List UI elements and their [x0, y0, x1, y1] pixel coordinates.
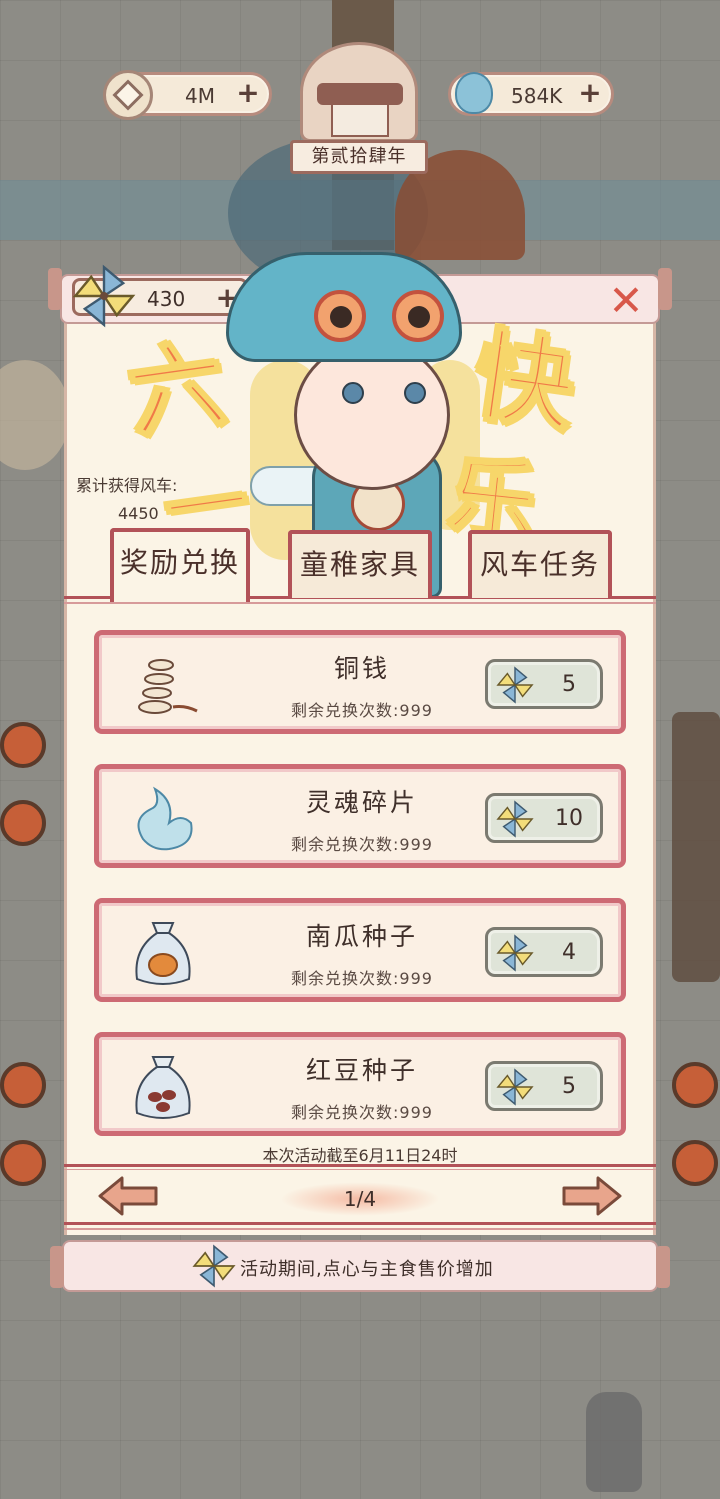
plate-decoration: [0, 1140, 46, 1186]
exchange-button[interactable]: 4: [485, 927, 603, 977]
exchange-cost: 4: [562, 940, 576, 965]
plate-decoration: [672, 1062, 718, 1108]
pinwheel-icon: [496, 800, 534, 838]
cumulative-value: 4450: [118, 504, 159, 523]
pumpkin-seed-bag-icon: [135, 922, 191, 985]
tab-childhood-furniture[interactable]: 童稚家具: [288, 530, 432, 598]
tab-reward-exchange[interactable]: 奖励兑换: [110, 528, 250, 602]
item-remaining-count: 剩余兑换次数:999: [291, 969, 433, 988]
lion-hat-eye: [392, 290, 444, 342]
plate-decoration: [0, 722, 46, 768]
soul-fragment-icon: [137, 786, 193, 851]
plate-decoration: [672, 1140, 718, 1186]
soul-value: 584K: [511, 84, 563, 108]
coin-counter[interactable]: 4M +: [103, 70, 272, 120]
exchange-button[interactable]: 5: [485, 659, 603, 709]
coin-string-icon: [138, 659, 198, 714]
exchange-cost: 5: [562, 1074, 576, 1099]
shelf-decoration: [672, 712, 720, 982]
prev-page-arrow-icon[interactable]: [96, 1174, 160, 1218]
pavilion-emblem-icon: [300, 42, 418, 142]
reward-item: 南瓜种子 剩余兑换次数:999 4: [94, 898, 626, 1002]
guard-character[interactable]: [586, 1392, 642, 1492]
item-remaining-count: 剩余兑换次数:999: [291, 1103, 433, 1122]
character-eye: [404, 382, 426, 404]
red-bean-seed-bag-icon: [135, 1056, 191, 1119]
copper-coin-icon: [103, 70, 153, 120]
exchange-button[interactable]: 5: [485, 1061, 603, 1111]
close-button[interactable]: ✕: [606, 280, 646, 322]
event-notice: 活动期间,点心与主食售价增加: [240, 1259, 494, 1280]
divider: [64, 1222, 656, 1230]
reward-item: 灵魂碎片 剩余兑换次数:999 10: [94, 764, 626, 868]
reward-item: 红豆种子 剩余兑换次数:999 5: [94, 1032, 626, 1136]
add-souls-button[interactable]: +: [575, 79, 605, 109]
cumulative-label: 累计获得风车:: [76, 476, 178, 495]
next-page-arrow-icon[interactable]: [560, 1174, 624, 1218]
item-remaining-count: 剩余兑换次数:999: [291, 701, 433, 720]
character-face: [294, 340, 450, 490]
soul-counter[interactable]: 584K +: [448, 72, 614, 116]
title-char-1: 六: [120, 325, 234, 453]
add-coins-button[interactable]: +: [233, 79, 263, 109]
year-label: 第贰拾肆年: [290, 140, 428, 174]
exchange-button[interactable]: 10: [485, 793, 603, 843]
pinwheel-icon: [496, 666, 534, 704]
item-name: 红豆种子: [305, 1056, 418, 1085]
plate-decoration: [0, 800, 46, 846]
plate-decoration: [0, 1062, 46, 1108]
cumulative-windmills: 累计获得风车: 4450: [76, 472, 177, 528]
lion-hat-eye: [314, 290, 366, 342]
soul-flame-icon: [447, 63, 501, 123]
pinwheel-icon: [192, 1244, 236, 1288]
item-name: 铜钱: [333, 654, 390, 683]
pinwheel-icon: [496, 934, 534, 972]
divider: [64, 1164, 656, 1170]
tab-windmill-tasks[interactable]: 风车任务: [468, 530, 612, 598]
event-deadline: 本次活动截至6月11日24时: [262, 1146, 458, 1165]
title-char-3: 快: [466, 314, 584, 448]
item-name: 灵魂碎片: [305, 788, 418, 817]
item-remaining-count: 剩余兑换次数:999: [291, 835, 433, 854]
windmill-count: 430: [147, 287, 186, 311]
item-name: 南瓜种子: [305, 922, 418, 951]
page-indicator: 1/4: [280, 1182, 440, 1216]
pinwheel-icon: [496, 1068, 534, 1106]
exchange-cost: 10: [555, 806, 583, 831]
character-eye: [342, 382, 364, 404]
exchange-cost: 5: [562, 672, 576, 697]
reward-item: 铜钱 剩余兑换次数:999 5: [94, 630, 626, 734]
coin-value: 4M: [185, 84, 215, 108]
